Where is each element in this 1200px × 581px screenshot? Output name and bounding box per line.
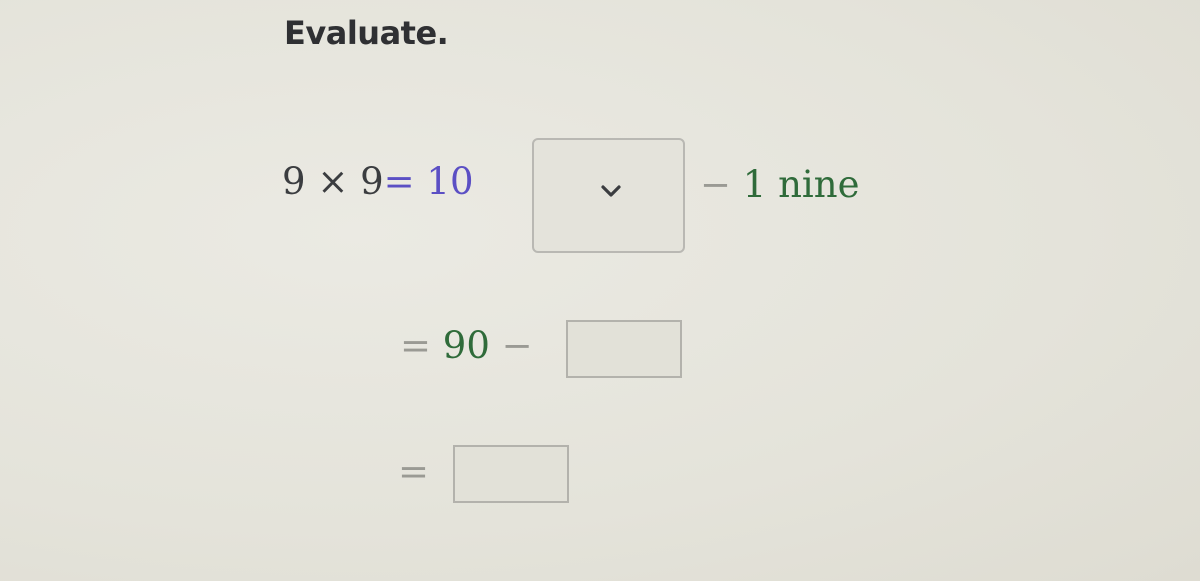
times-sign: ×	[317, 160, 349, 203]
minus-one-nine: − 1 nine	[700, 166, 859, 203]
equals-sign-2: =	[400, 324, 432, 367]
minus-sign: −	[700, 163, 732, 206]
tens-value: 10	[426, 160, 474, 203]
chevron-down-icon	[601, 185, 621, 197]
ninety-value: 90	[442, 324, 490, 367]
factor-b: 9	[360, 160, 384, 203]
expression-line-2: = 90 −	[400, 327, 533, 364]
nine-word: nine	[778, 163, 860, 206]
subtrahend-answer-input[interactable]	[566, 320, 682, 378]
equals-sign: =	[383, 160, 415, 203]
minus-sign-2: −	[501, 324, 533, 367]
final-answer-input[interactable]	[453, 445, 569, 503]
equals-sign-3: =	[398, 450, 430, 493]
nine-count: 1	[742, 163, 767, 206]
expression-line-1: 9 × 9= 10	[282, 163, 474, 200]
expression-line-3: =	[398, 453, 429, 490]
multiplier-dropdown[interactable]	[532, 138, 685, 253]
factor-a: 9	[282, 160, 306, 203]
prompt-heading: Evaluate.	[284, 14, 449, 52]
